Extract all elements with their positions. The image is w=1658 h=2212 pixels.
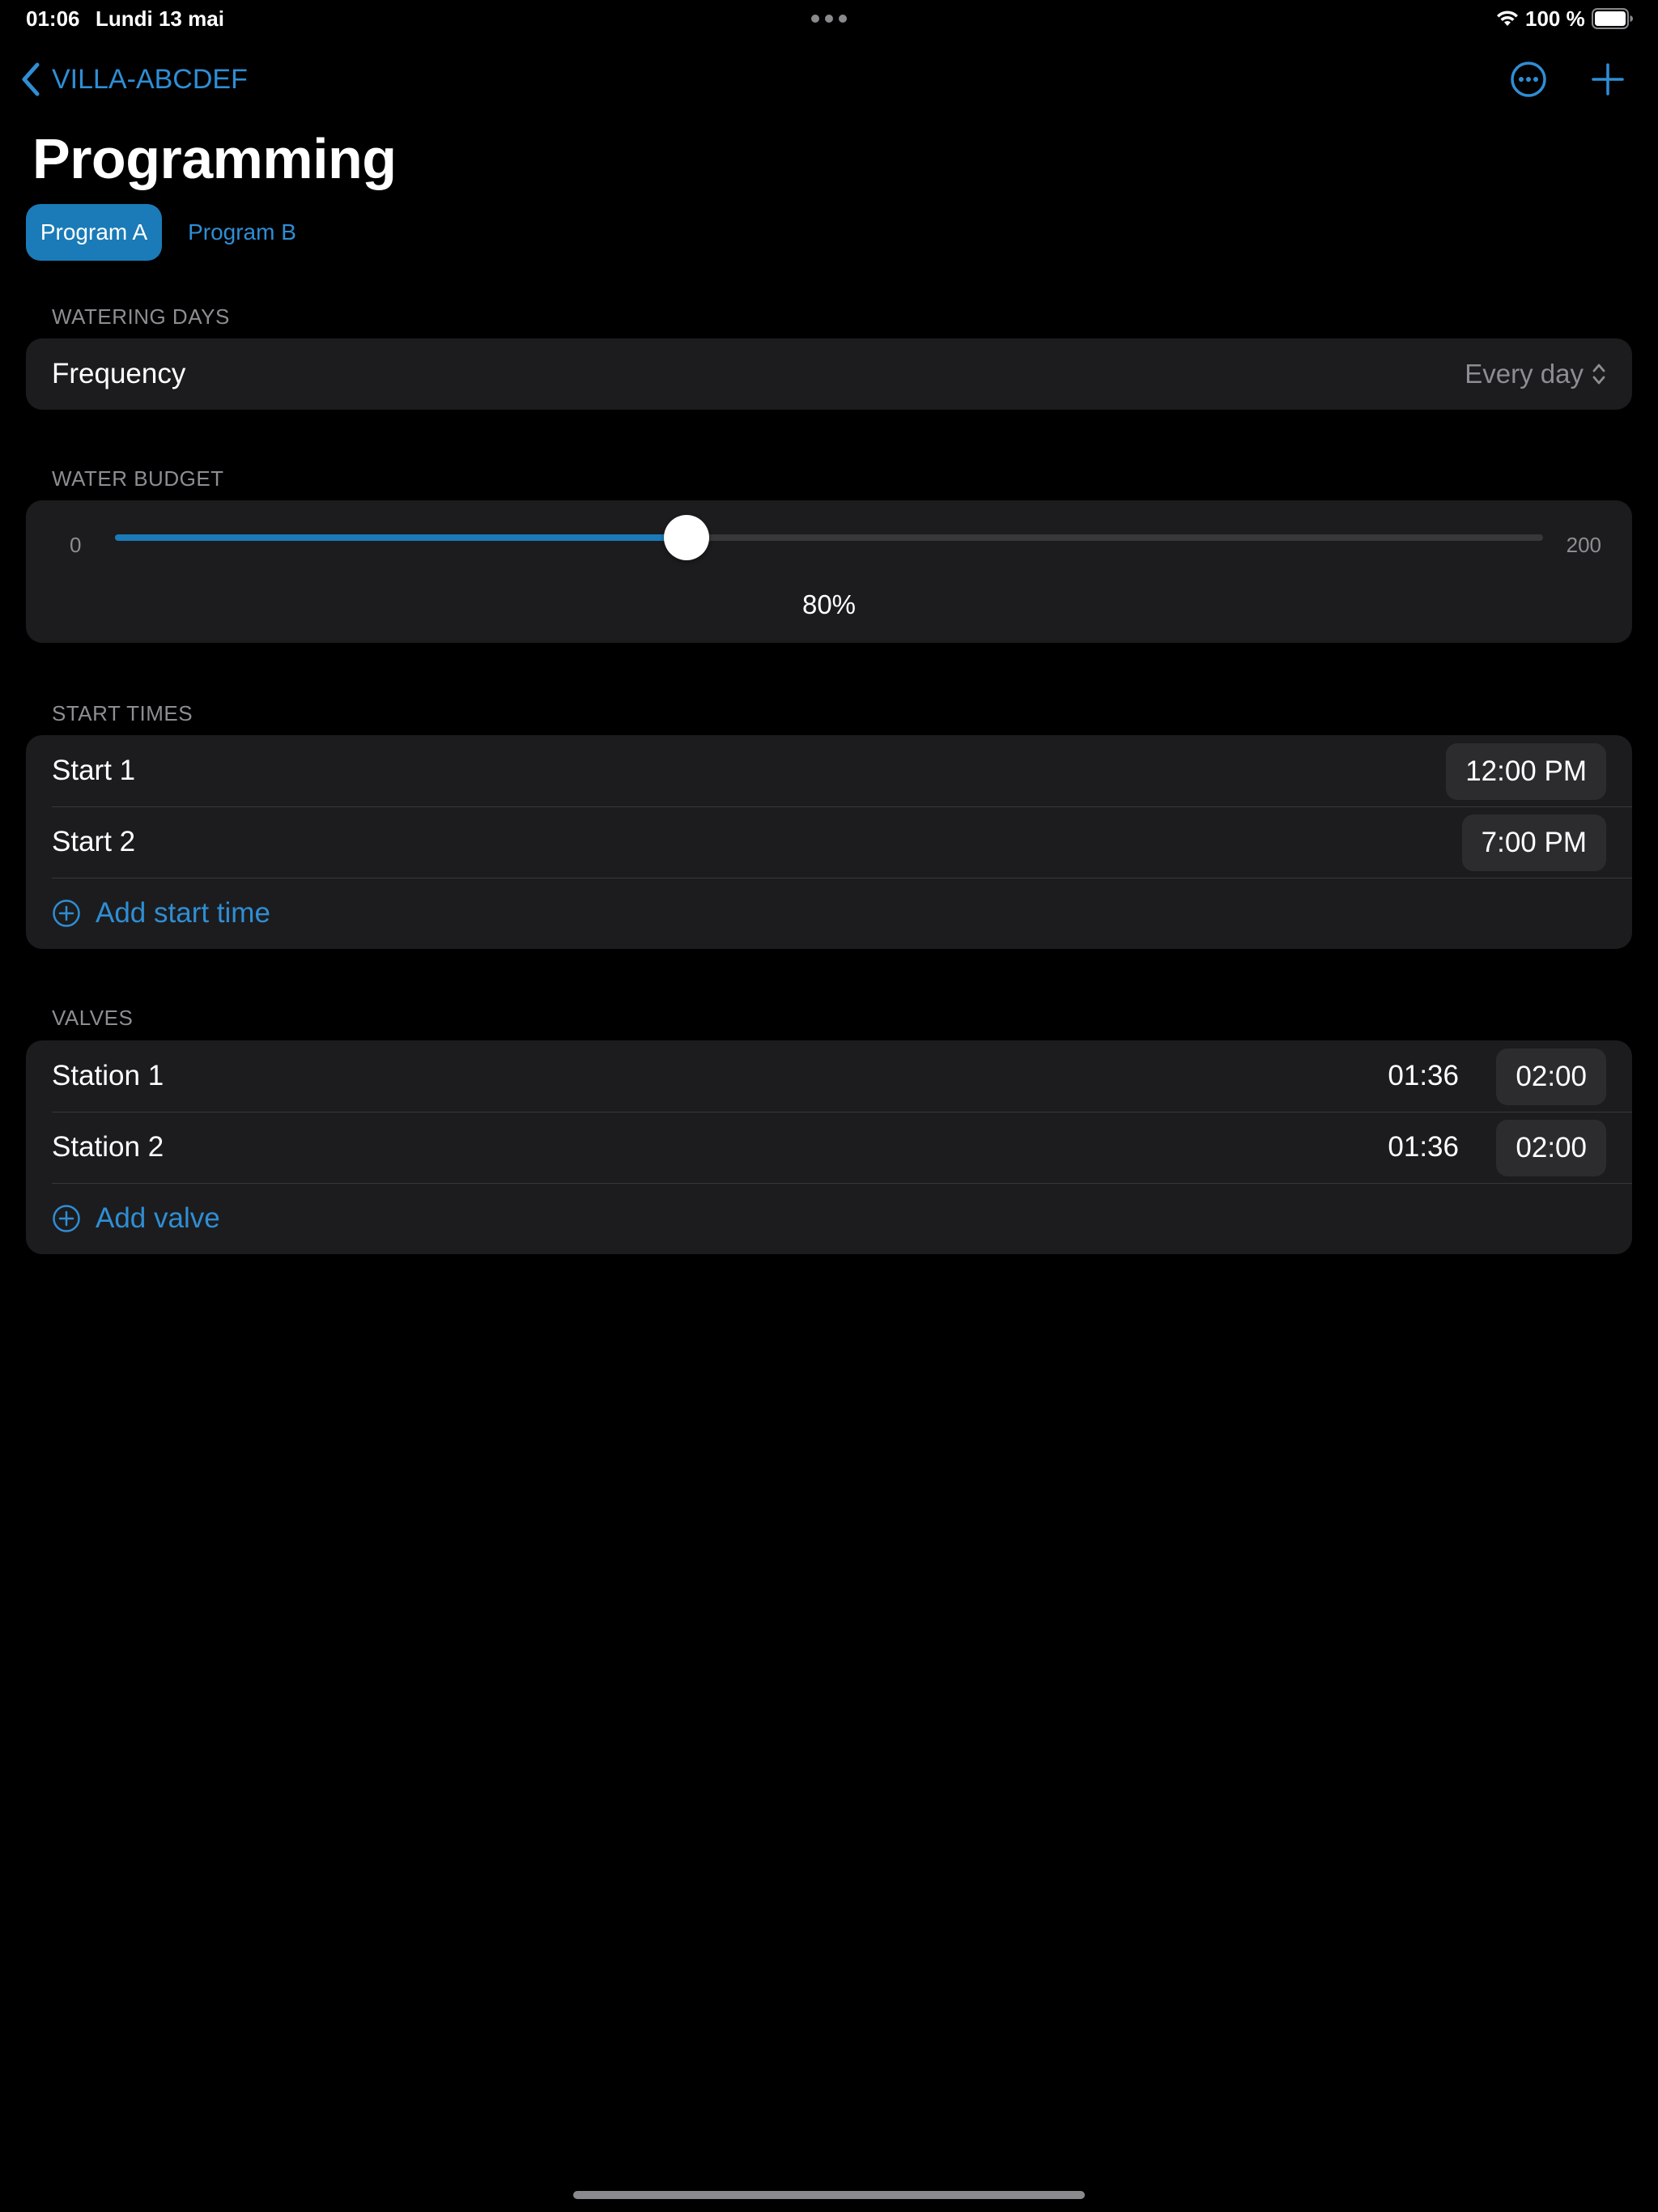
add-valve-label: Add valve — [96, 1202, 220, 1234]
wifi-icon — [1497, 11, 1518, 26]
valves-header: VALVES — [52, 1006, 134, 1030]
start-time-row: Start 2 7:00 PM — [26, 806, 1632, 878]
ellipsis-circle-icon[interactable] — [1509, 60, 1548, 99]
water-budget-card: 0 200 80% — [26, 500, 1632, 643]
slider-min-label: 0 — [70, 533, 82, 557]
chevron-up-down-icon — [1592, 364, 1605, 385]
valve-row: Station 2 01:36 02:00 — [26, 1112, 1632, 1183]
back-button-label: VILLA-ABCDEF — [52, 63, 248, 95]
add-start-time-button[interactable]: Add start time — [52, 878, 270, 949]
valve-label: Station 2 — [52, 1131, 164, 1163]
frequency-label: Frequency — [52, 358, 186, 389]
add-valve-button[interactable]: Add valve — [52, 1183, 220, 1254]
slider-thumb[interactable] — [663, 515, 709, 560]
valve-duration-picker[interactable]: 02:00 — [1496, 1049, 1606, 1105]
add-start-time-row: Add start time — [26, 878, 1632, 949]
plus-icon[interactable] — [1590, 60, 1626, 99]
valve-row: Station 1 01:36 02:00 — [26, 1040, 1632, 1112]
plus-circle-icon — [53, 1205, 80, 1232]
start-time-picker[interactable]: 12:00 PM — [1446, 743, 1606, 800]
status-date: Lundi 13 mai — [96, 6, 224, 31]
start-time-row: Start 1 12:00 PM — [26, 735, 1632, 806]
start-time-label: Start 2 — [52, 826, 136, 857]
start-time-picker[interactable]: 7:00 PM — [1461, 815, 1606, 871]
watering-days-header: WATERING DAYS — [52, 304, 230, 329]
frequency-picker[interactable]: Every day — [1465, 338, 1606, 410]
frequency-row: Frequency Every day — [26, 338, 1632, 410]
valve-adjusted-duration: 01:36 — [1388, 1060, 1459, 1091]
add-valve-row: Add valve — [26, 1183, 1632, 1254]
water-budget-slider[interactable] — [115, 515, 1543, 560]
valve-adjusted-duration: 01:36 — [1388, 1131, 1459, 1163]
status-bar: 01:06 Lundi 13 mai 100 % — [0, 0, 1658, 39]
plus-circle-icon — [53, 900, 80, 927]
status-time: 01:06 — [26, 6, 80, 31]
home-indicator[interactable] — [573, 2191, 1085, 2199]
multitask-dots-icon[interactable] — [811, 15, 847, 23]
back-button[interactable]: VILLA-ABCDEF — [19, 58, 248, 100]
watering-days-card: Frequency Every day — [26, 338, 1632, 410]
frequency-value: Every day — [1465, 359, 1584, 389]
tab-program-a[interactable]: Program A — [26, 204, 162, 261]
chevron-left-icon — [22, 62, 40, 96]
tab-program-b[interactable]: Program B — [173, 204, 311, 261]
battery-percentage: 100 % — [1525, 6, 1585, 31]
slider-max-label: 200 — [1566, 533, 1601, 557]
water-budget-header: WATER BUDGET — [52, 466, 224, 491]
slider-fill — [115, 534, 687, 541]
battery-icon — [1592, 8, 1633, 29]
valve-duration-picker[interactable]: 02:00 — [1496, 1120, 1606, 1176]
start-times-header: START TIMES — [52, 701, 193, 725]
start-times-card: Start 1 12:00 PM Start 2 7:00 PM Add sta… — [26, 735, 1632, 949]
start-time-label: Start 1 — [52, 755, 136, 786]
valve-label: Station 1 — [52, 1060, 164, 1091]
valves-card: Station 1 01:36 02:00 Station 2 01:36 02… — [26, 1040, 1632, 1254]
page-title: Programming — [32, 127, 397, 190]
add-start-time-label: Add start time — [96, 897, 270, 929]
water-budget-value: 80% — [801, 589, 857, 619]
